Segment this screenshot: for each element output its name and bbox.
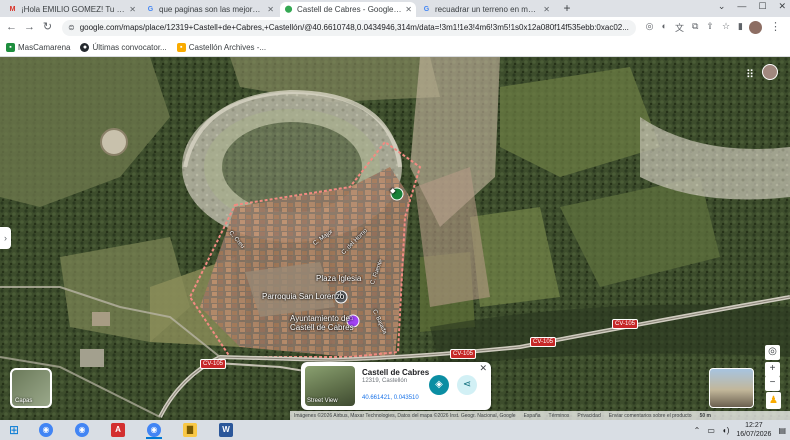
map-attribution: Imágenes ©2026 Airbus, Maxar Technologie… <box>290 411 790 420</box>
site-info-icon[interactable]: ⊜ <box>68 23 75 32</box>
label-parroquia[interactable]: Parroquia San Lorenzo <box>262 292 344 301</box>
account-avatar[interactable] <box>762 64 778 80</box>
volume-icon[interactable]: ◖) <box>722 426 730 435</box>
minimize-icon[interactable]: — <box>737 1 746 12</box>
close-tab-icon[interactable]: ✕ <box>267 5 274 14</box>
bookmark-star-icon[interactable]: ☆ <box>722 21 730 34</box>
translate-icon[interactable]: 文 <box>675 21 684 34</box>
reload-icon[interactable]: ↻ <box>40 20 55 35</box>
tab-google-search-1[interactable]: G que paginas son las mejores par ✕ <box>142 2 278 17</box>
close-tab-icon[interactable]: ✕ <box>543 5 550 14</box>
link-country[interactable]: España <box>524 413 541 419</box>
forward-icon[interactable]: → <box>22 20 37 35</box>
my-location-icon[interactable]: ◎ <box>765 345 780 360</box>
place-coordinates[interactable]: 40.661421, 0.043510 <box>362 395 419 401</box>
clock-time: 12:27 <box>745 422 763 429</box>
imagery-credit: Imágenes ©2026 Airbus, Maxar Technologie… <box>294 412 516 419</box>
google-apps-icon[interactable]: ⠿ <box>746 68 754 81</box>
network-icon[interactable]: ▭ <box>707 426 715 435</box>
layers-button[interactable]: Capas <box>10 368 52 408</box>
profile-avatar[interactable] <box>749 21 762 34</box>
tab-strip: M ¡Hola EMILIO GOMEZ! Tu envío ✕ G que p… <box>0 0 790 17</box>
bookmark-label: Últimas convocator... <box>92 42 167 52</box>
install-app-icon[interactable]: ⧉ <box>692 21 698 34</box>
archive-icon: ▪ <box>176 42 186 52</box>
share-icon[interactable]: ⇪ <box>706 21 714 34</box>
directions-icon[interactable]: ◈ <box>429 375 449 395</box>
taskbar-chrome-icon-3[interactable]: ◉ <box>136 420 172 440</box>
road-shield: CV-105 <box>200 359 227 369</box>
tab-title: Castell de Cabres - Google Maps <box>297 5 403 14</box>
tab-title: recuadrar un terreno en maps - E <box>435 5 541 14</box>
google-icon: G <box>423 6 430 13</box>
scale-label[interactable]: 50 m <box>700 413 711 419</box>
close-tab-icon[interactable]: ✕ <box>405 5 412 14</box>
bookmark-mascamarena[interactable]: ▪ MasCamarena <box>6 42 71 52</box>
taskbar-word-icon[interactable]: W <box>208 420 244 440</box>
system-tray: ⌃ ▭ ◖) 12:27 16/07/2026 ▤ <box>694 421 786 439</box>
link-privacy[interactable]: Privacidad <box>577 413 600 419</box>
url-text: google.com/maps/place/12319+Castell+de+C… <box>79 23 629 32</box>
notifications-icon[interactable]: ▤ <box>778 426 786 435</box>
bookmarks-bar: ▪ MasCamarena ● Últimas convocator... ▪ … <box>0 38 790 57</box>
label-ayuntamiento-line1[interactable]: Ayuntamiento de <box>290 314 350 323</box>
link-feedback[interactable]: Enviar comentarios sobre el producto <box>609 413 692 419</box>
place-info-card[interactable]: Street View Castell de Cabres 12319, Cas… <box>301 362 491 410</box>
close-icon[interactable]: ✕ <box>479 363 487 374</box>
taskbar-chrome-icon[interactable]: ◉ <box>28 420 64 440</box>
windows-taskbar: ⊞ ◉ ◉ A ◉ ▇ W ⌃ ▭ ◖) 12:27 16/07/2026 ▤ <box>0 420 790 440</box>
bookmark-castellon-archives[interactable]: ▪ Castellón Archives -... <box>176 42 267 52</box>
bookmark-label: MasCamarena <box>18 42 71 52</box>
taskbar-clock[interactable]: 12:27 16/07/2026 <box>736 421 771 439</box>
tab-search-icon[interactable]: ⌄ <box>718 1 726 12</box>
tab-gmail[interactable]: M ¡Hola EMILIO GOMEZ! Tu envío ✕ <box>4 2 140 17</box>
road-shield: CV-105 <box>612 319 639 329</box>
pegman-icon[interactable]: ♟ <box>766 392 781 409</box>
windows-start-icon[interactable]: ⊞ <box>0 423 28 437</box>
label-plaza-iglesia[interactable]: Plaza Iglesia <box>316 274 361 283</box>
maximize-icon[interactable]: ☐ <box>758 1 766 12</box>
bookmark-folder-icon: ▪ <box>6 42 15 52</box>
address-bar[interactable]: ⊜ google.com/maps/place/12319+Castell+de… <box>62 19 636 36</box>
link-terms[interactable]: Términos <box>549 413 570 419</box>
place-subtitle: 12319, Castellón <box>362 378 408 384</box>
tab-google-search-2[interactable]: G recuadrar un terreno en maps - E ✕ <box>418 2 554 17</box>
google-icon: G <box>147 6 154 13</box>
layers-label: Capas <box>15 398 33 404</box>
road-shield: CV-105 <box>530 337 557 347</box>
street-view-label: Street View <box>307 398 338 404</box>
taskbar-acrobat-icon[interactable]: A <box>100 420 136 440</box>
github-icon: ● <box>80 42 90 52</box>
zoom-out-button[interactable]: − <box>765 376 780 391</box>
place-name[interactable]: Castell de Cabres <box>362 368 429 377</box>
menu-kebab-icon[interactable]: ⋮ <box>768 20 783 35</box>
tray-chevron-icon[interactable]: ⌃ <box>694 426 701 435</box>
tab-title: ¡Hola EMILIO GOMEZ! Tu envío <box>21 5 127 14</box>
taskbar-chrome-icon-2[interactable]: ◉ <box>64 420 100 440</box>
bookmark-ultimas-convocatorias[interactable]: ● Últimas convocator... <box>80 42 167 52</box>
street-view-preview[interactable] <box>709 368 754 408</box>
tab-title: que paginas son las mejores par <box>159 5 265 14</box>
google-lens-icon[interactable]: ◐ <box>662 21 667 34</box>
side-panel-icon[interactable]: ▮ <box>738 21 743 34</box>
share-icon[interactable]: ⋖ <box>457 375 477 395</box>
tab-google-maps[interactable]: ⬤ Castell de Cabres - Google Maps ✕ <box>280 2 416 17</box>
close-window-icon[interactable]: ✕ <box>778 1 786 12</box>
navigation-bar: ← → ↻ ⊜ google.com/maps/place/12319+Cast… <box>0 17 790 38</box>
taskbar-explorer-icon[interactable]: ▇ <box>172 420 208 440</box>
bookmark-label: Castellón Archives -... <box>188 42 267 52</box>
new-tab-button[interactable]: + <box>560 2 574 16</box>
back-icon[interactable]: ← <box>4 20 19 35</box>
close-tab-icon[interactable]: ✕ <box>129 5 136 14</box>
gmail-icon: M <box>9 6 16 13</box>
place-pin-icon[interactable]: ⬥ <box>390 186 396 196</box>
collapse-side-panel-button[interactable]: › <box>0 227 11 249</box>
location-icon[interactable]: ◎ <box>646 21 654 34</box>
label-ayuntamiento-line2[interactable]: Castell de Cabres <box>290 323 354 332</box>
clock-date: 16/07/2026 <box>736 431 772 438</box>
maps-pin-icon: ⬤ <box>284 6 293 13</box>
zoom-in-button[interactable]: + <box>765 362 780 377</box>
road-shield: CV-105 <box>450 349 477 359</box>
